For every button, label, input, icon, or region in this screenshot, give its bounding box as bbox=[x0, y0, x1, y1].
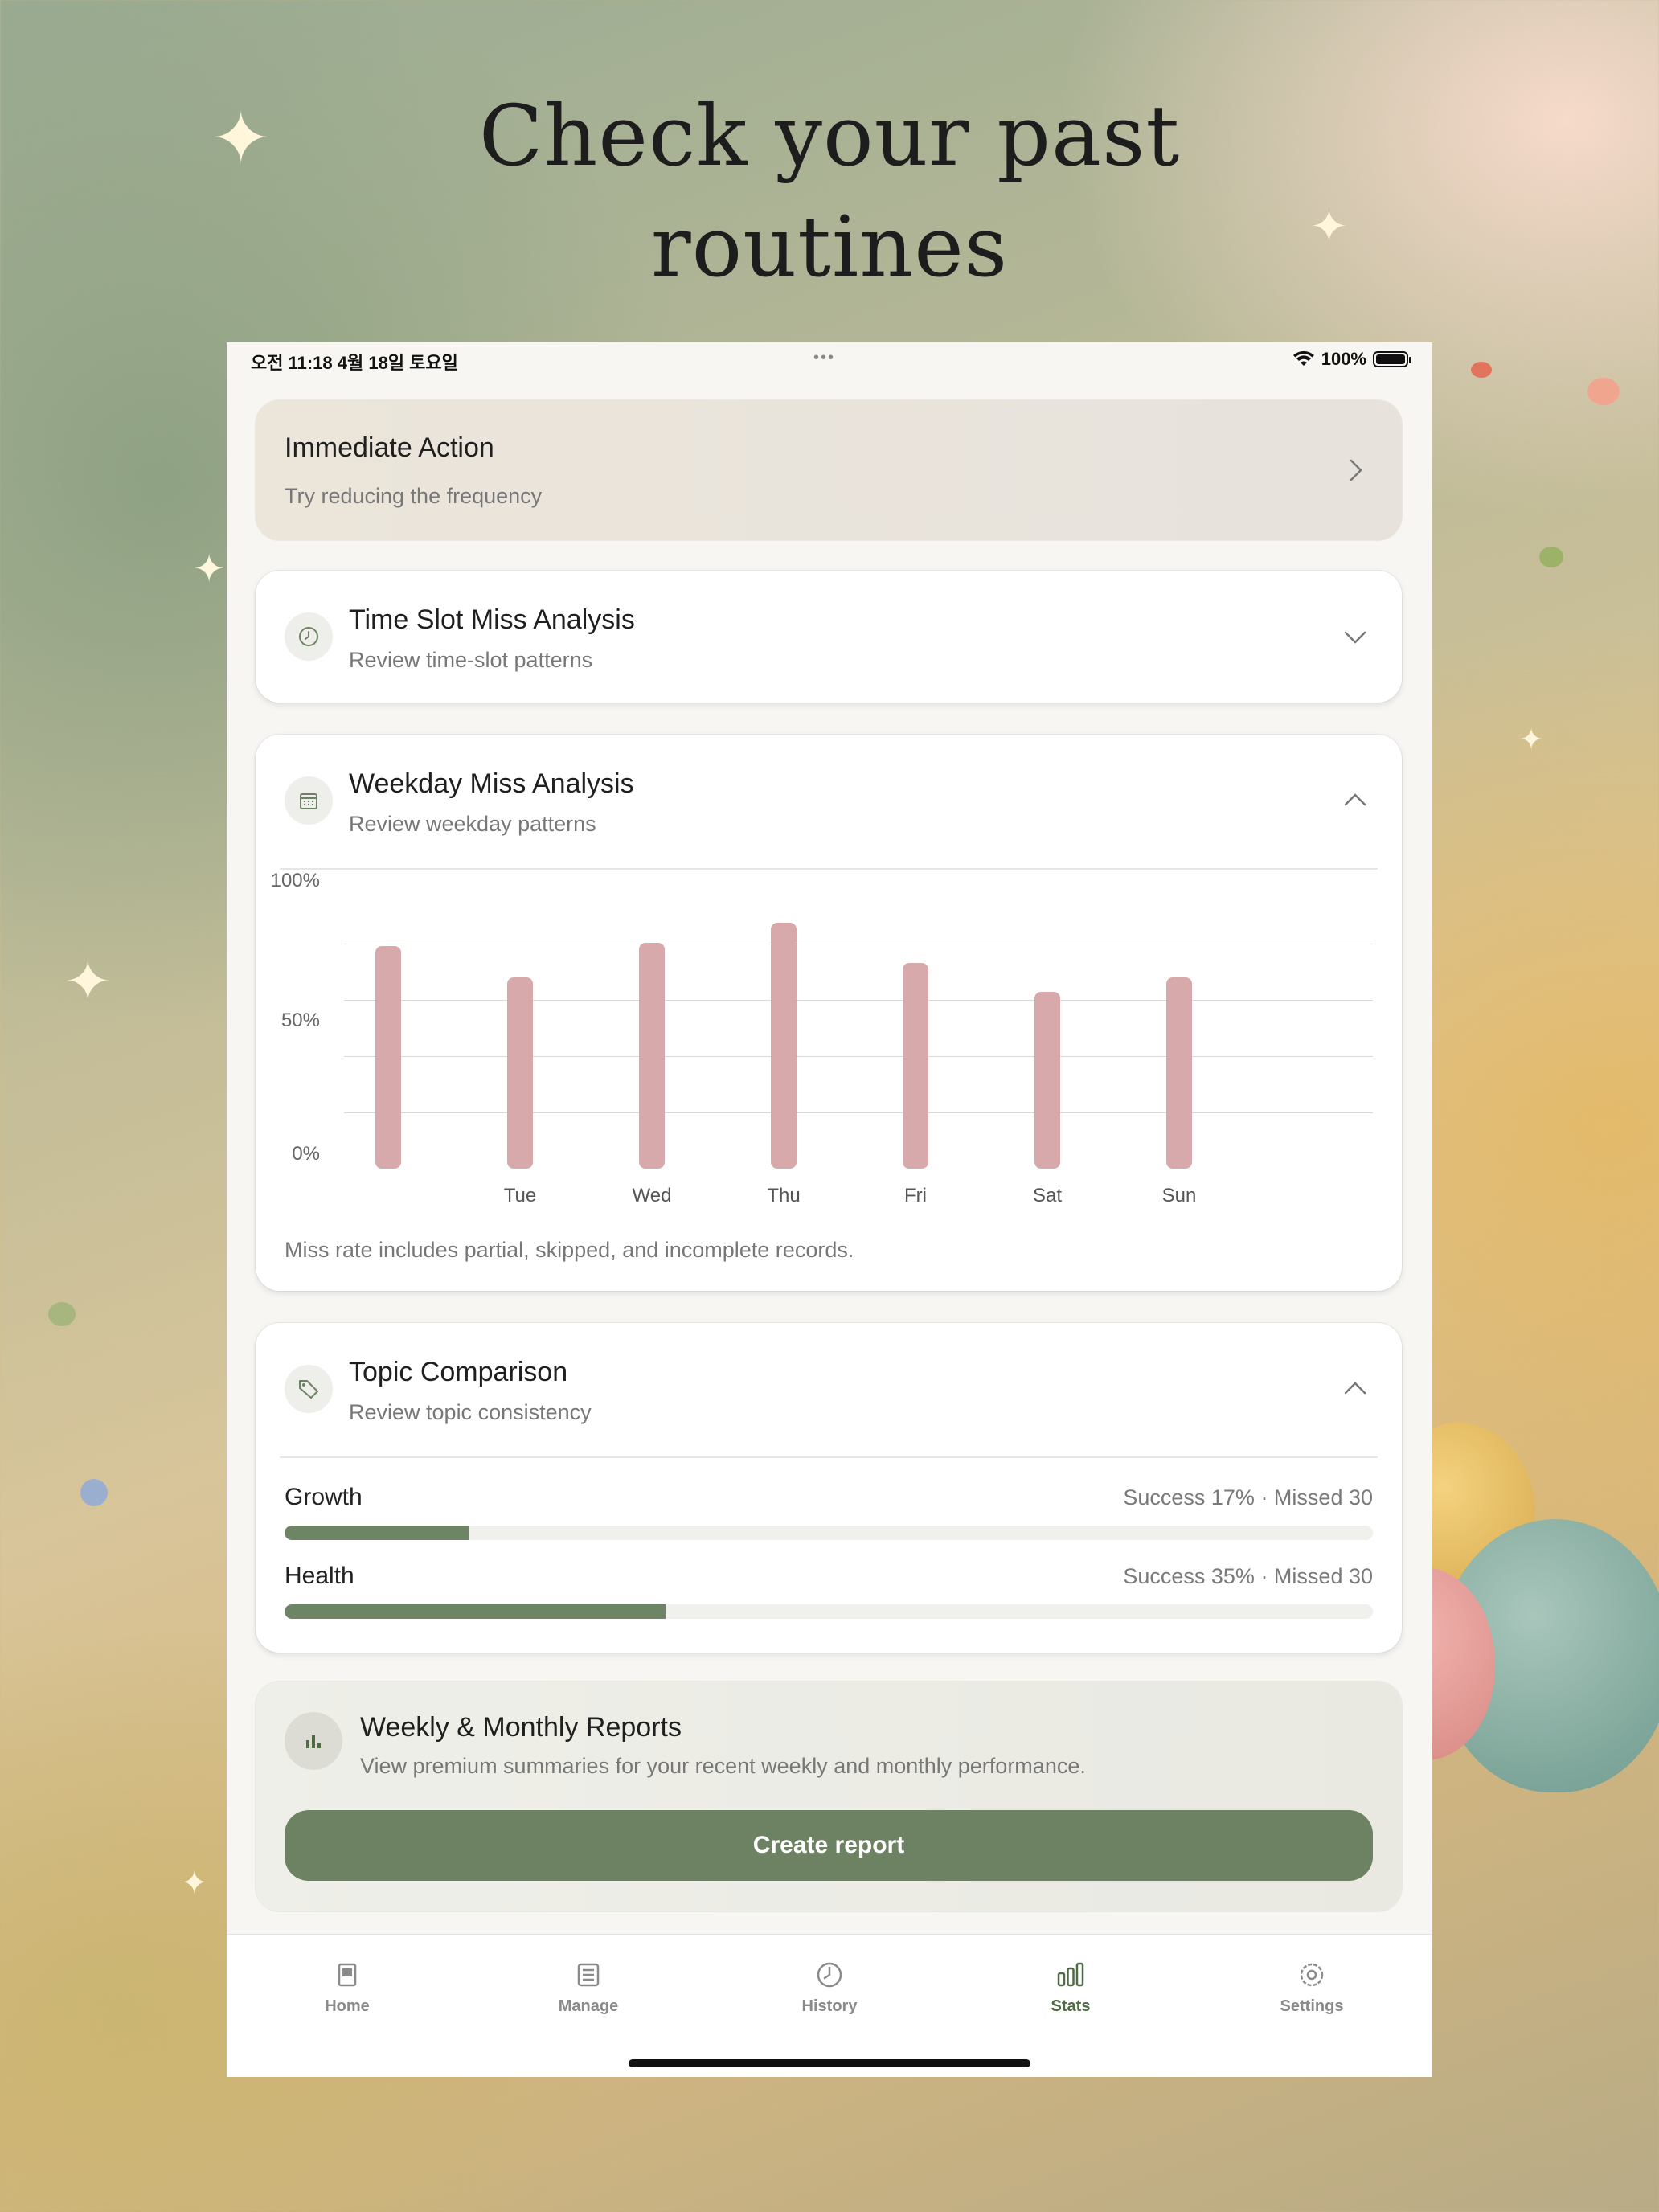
time-slot-title: Time Slot Miss Analysis bbox=[349, 604, 635, 635]
bar-Sun bbox=[1166, 977, 1192, 1169]
multitask-dots[interactable]: ••• bbox=[813, 349, 835, 367]
bar-Sat bbox=[1034, 992, 1060, 1169]
topic-comparison-card: Topic Comparison Review topic consistenc… bbox=[256, 1323, 1402, 1653]
chevron-up-icon[interactable] bbox=[1339, 1373, 1371, 1405]
home-icon bbox=[338, 1963, 357, 1987]
immediate-action-card[interactable]: Immediate Action Try reducing the freque… bbox=[256, 400, 1402, 540]
confetti bbox=[48, 1302, 76, 1326]
gridline bbox=[344, 1112, 1373, 1113]
sparkle-decoration: ✦ bbox=[64, 948, 112, 1014]
topic-stat-growth: Success 17% · Missed 30 bbox=[1123, 1485, 1373, 1509]
weekday-subtitle: Review weekday patterns bbox=[349, 812, 596, 836]
bar-chart-icon bbox=[1057, 1962, 1084, 1987]
topic-title: Topic Comparison bbox=[349, 1357, 568, 1387]
tab-home[interactable]: Home bbox=[267, 1959, 428, 2016]
tab-label: Home bbox=[325, 1997, 370, 2015]
list-icon bbox=[577, 1963, 600, 1987]
bar-chart-icon bbox=[285, 1712, 342, 1770]
topic-stat-health: Success 35% · Missed 30 bbox=[1123, 1564, 1373, 1588]
bar-Fri bbox=[903, 963, 928, 1169]
gridline bbox=[344, 1056, 1373, 1057]
progress-track bbox=[285, 1604, 1373, 1619]
clock-icon bbox=[285, 612, 333, 661]
status-bar: 오전 11:18 4월 18일 토요일 ••• 100% bbox=[227, 342, 1432, 378]
battery-icon bbox=[1373, 351, 1411, 367]
tab-stats[interactable]: Stats bbox=[990, 1959, 1151, 2016]
sparkle-decoration: ✦ bbox=[1519, 723, 1544, 756]
headline-line-2: routines bbox=[650, 198, 1009, 296]
sparkle-decoration: ✦ bbox=[193, 547, 226, 592]
headline-line-1: Check your past bbox=[478, 87, 1181, 185]
x-tick-label: Tue bbox=[503, 1185, 537, 1206]
calendar-icon bbox=[285, 776, 333, 825]
topic-name-health: Health bbox=[285, 1563, 354, 1589]
tab-bar: Home Manage History Stats Settings bbox=[227, 1934, 1432, 2077]
chevron-down-icon[interactable] bbox=[1339, 621, 1371, 653]
bar-Thu bbox=[771, 923, 797, 1169]
confetti bbox=[80, 1479, 108, 1506]
bar-Wed bbox=[639, 943, 665, 1169]
x-tick-label: Sat bbox=[1032, 1185, 1063, 1206]
weekday-bar-chart: 100% 50% 0% Tue Wed Thu Fri Sat Sun bbox=[256, 863, 1402, 1217]
immediate-action-title: Immediate Action bbox=[285, 432, 494, 463]
topic-subtitle: Review topic consistency bbox=[349, 1400, 592, 1424]
progress-track bbox=[285, 1526, 1373, 1540]
weekday-note: Miss rate includes partial, skipped, and… bbox=[285, 1238, 854, 1262]
x-tick-label: Wed bbox=[632, 1185, 672, 1206]
tab-label: Stats bbox=[1051, 1997, 1091, 2015]
sparkle-decoration: ✦ bbox=[181, 1865, 208, 1902]
chevron-right-icon bbox=[1350, 459, 1362, 481]
tab-history[interactable]: History bbox=[749, 1959, 910, 2016]
chevron-up-icon[interactable] bbox=[1339, 784, 1371, 817]
y-tick-label: 50% bbox=[281, 1010, 320, 1031]
tab-label: Settings bbox=[1280, 1997, 1344, 2015]
create-report-button[interactable]: Create report bbox=[285, 1810, 1373, 1881]
headline: Check your past routines bbox=[0, 80, 1659, 302]
x-tick-label: Thu bbox=[767, 1185, 801, 1206]
reports-title: Weekly & Monthly Reports bbox=[360, 1712, 682, 1743]
tag-icon bbox=[285, 1365, 333, 1413]
immediate-action-subtitle: Try reducing the frequency bbox=[285, 484, 543, 508]
confetti bbox=[1471, 362, 1492, 378]
gear-icon bbox=[1300, 1963, 1324, 1987]
progress-fill-health bbox=[285, 1604, 666, 1619]
battery-percent: 100% bbox=[1321, 349, 1366, 369]
progress-fill-growth bbox=[285, 1526, 470, 1540]
x-tick-label: Fri bbox=[904, 1185, 927, 1206]
confetti bbox=[1539, 547, 1563, 567]
tab-label: History bbox=[801, 1997, 858, 2015]
time-slot-subtitle: Review time-slot patterns bbox=[349, 648, 593, 672]
status-time-date: 오전 11:18 4월 18일 토요일 bbox=[251, 353, 458, 373]
device-screen: 오전 11:18 4월 18일 토요일 ••• 100% Immediate A… bbox=[227, 342, 1432, 2077]
status-right: 100% bbox=[1292, 349, 1411, 370]
y-tick-label: 0% bbox=[292, 1143, 320, 1165]
reports-card: Weekly & Monthly Reports View premium su… bbox=[256, 1682, 1402, 1911]
clock-icon bbox=[817, 1962, 842, 1988]
confetti bbox=[1587, 378, 1620, 405]
gridline bbox=[344, 1000, 1373, 1001]
bar-Tue bbox=[507, 977, 533, 1169]
time-slot-card[interactable]: Time Slot Miss Analysis Review time-slot… bbox=[256, 571, 1402, 703]
reports-subtitle: View premium summaries for your recent w… bbox=[360, 1754, 1086, 1778]
wifi-icon bbox=[1292, 350, 1314, 366]
tab-settings[interactable]: Settings bbox=[1231, 1959, 1392, 2016]
bar-mon bbox=[375, 945, 401, 1169]
weekday-title: Weekday Miss Analysis bbox=[349, 768, 634, 799]
y-tick-label: 100% bbox=[270, 870, 320, 891]
tab-manage[interactable]: Manage bbox=[508, 1959, 669, 2016]
divider bbox=[280, 1456, 1378, 1458]
x-tick-label: Sun bbox=[1161, 1185, 1197, 1206]
topic-name-growth: Growth bbox=[285, 1484, 363, 1510]
home-indicator[interactable] bbox=[629, 2059, 1030, 2067]
weekday-card: Weekday Miss Analysis Review weekday pat… bbox=[256, 735, 1402, 1291]
tab-label: Manage bbox=[558, 1997, 619, 2015]
